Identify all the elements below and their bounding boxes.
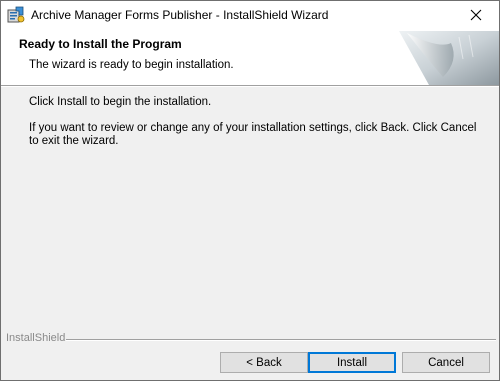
brand-divider-row: InstallShield	[6, 332, 496, 346]
install-button[interactable]: Install	[308, 352, 396, 373]
installer-icon	[7, 6, 25, 24]
cancel-button[interactable]: Cancel	[402, 352, 490, 373]
install-button-label: Install	[336, 356, 368, 369]
window-title: Archive Manager Forms Publisher - Instal…	[31, 8, 329, 22]
close-icon	[470, 9, 482, 24]
header-divider	[1, 85, 499, 87]
back-button-label: < Back	[246, 356, 282, 369]
title-bar[interactable]: Archive Manager Forms Publisher - Instal…	[1, 1, 499, 31]
review-text: If you want to review or change any of y…	[29, 122, 477, 147]
wizard-header: Ready to Install the Program The wizard …	[1, 31, 499, 85]
page-title: Ready to Install the Program	[19, 37, 182, 51]
back-button[interactable]: < Back	[220, 352, 308, 373]
curled-page-graphic	[399, 31, 499, 85]
installer-window: Archive Manager Forms Publisher - Instal…	[0, 0, 500, 381]
close-button[interactable]	[453, 1, 499, 31]
footer-divider	[66, 339, 496, 341]
cancel-button-label: Cancel	[428, 356, 464, 369]
instruction-text: Click Install to begin the installation.	[29, 96, 212, 108]
installshield-brand: InstallShield	[6, 332, 66, 344]
page-subtitle: The wizard is ready to begin installatio…	[29, 59, 234, 71]
